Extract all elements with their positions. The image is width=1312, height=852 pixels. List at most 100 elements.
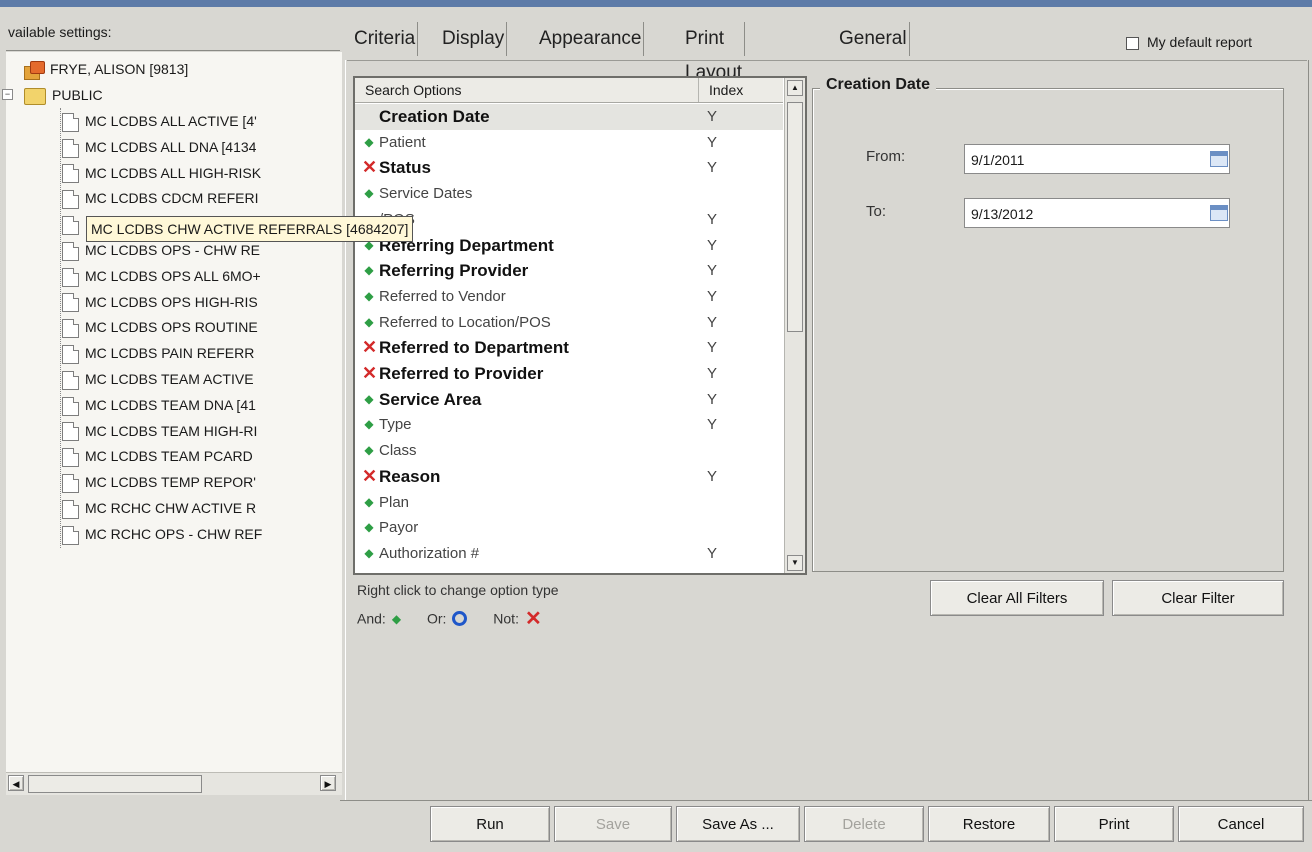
report-document-icon: [62, 164, 79, 184]
scroll-right-icon[interactable]: ▶: [320, 775, 336, 791]
save-button[interactable]: Save: [554, 806, 672, 842]
search-option-row[interactable]: ✕ Status Y: [355, 155, 783, 181]
search-option-row[interactable]: ◆ Type Y: [355, 412, 783, 438]
collapse-toggle-icon[interactable]: −: [2, 89, 13, 100]
search-option-label: Plan: [379, 493, 410, 511]
save-as-button[interactable]: Save As ...: [676, 806, 800, 842]
scroll-thumb[interactable]: [28, 775, 202, 793]
tree-item[interactable]: MC LCDBS PAIN REFERR: [62, 342, 254, 364]
search-option-index: Y: [707, 313, 718, 331]
report-document-icon: [62, 112, 79, 132]
and-diamond-icon: ◆: [364, 494, 374, 509]
tab-general[interactable]: General: [837, 22, 910, 56]
search-option-row[interactable]: ◆ Patient Y: [355, 130, 783, 156]
clear-filter-button[interactable]: Clear Filter: [1112, 580, 1284, 616]
and-diamond-icon: ◆: [364, 186, 374, 201]
tree-item[interactable]: MC LCDBS TEAM DNA [41: [62, 394, 256, 416]
tree-item[interactable]: MC RCHC CHW ACTIVE R: [62, 497, 256, 519]
checkbox-box[interactable]: [1126, 36, 1139, 50]
tab-print-layout[interactable]: Print Layout: [683, 22, 746, 83]
tree-item-label: MC LCDBS TEMP REPOR': [85, 474, 256, 491]
to-date-input[interactable]: 9/13/2012: [964, 198, 1230, 228]
option-type-legend: And: ◆ Or: Not: ✕: [357, 606, 542, 631]
report-document-icon: [62, 499, 79, 519]
search-option-index: Y: [707, 365, 718, 382]
tree-item[interactable]: MC LCDBS TEAM ACTIVE: [62, 368, 254, 390]
settings-tree[interactable]: FRYE, ALISON [9813] PUBLIC MC LCDBS ALL …: [6, 52, 342, 772]
cancel-button[interactable]: Cancel: [1178, 806, 1304, 842]
and-diamond-icon: ◆: [364, 263, 374, 278]
tree-item[interactable]: MC LCDBS ALL HIGH-RISK: [62, 162, 261, 184]
tree-item[interactable]: MC LCDBS CDCM REFERI: [62, 187, 258, 210]
default-report-label: My default report: [1147, 34, 1253, 50]
report-document-icon: [62, 525, 79, 545]
search-option-label: Status: [379, 158, 431, 178]
tree-tooltip: MC LCDBS CHW ACTIVE REFERRALS [4684207]: [86, 216, 414, 242]
search-option-row[interactable]: ◆ Authorization # Y: [355, 541, 783, 567]
tree-item[interactable]: MC LCDBS ALL DNA [4134: [62, 136, 256, 158]
search-option-row[interactable]: ◆ Referred to Vendor Y: [355, 284, 783, 310]
search-option-label: Creation Date: [379, 107, 490, 126]
tree-horizontal-scrollbar[interactable]: ◀ ▶: [6, 772, 342, 795]
search-option-row[interactable]: ◆ Referring Department Y: [355, 233, 783, 259]
tree-item[interactable]: MC LCDBS OPS - CHW RE: [62, 239, 260, 261]
print-button[interactable]: Print: [1054, 806, 1174, 842]
not-x-icon: ✕: [362, 465, 378, 486]
search-option-row[interactable]: ◆ Class: [355, 438, 783, 464]
report-document-icon: [62, 370, 79, 390]
scroll-down-icon[interactable]: ▼: [787, 555, 803, 571]
not-x-icon: ✕: [362, 363, 378, 383]
tree-item[interactable]: MC LCDBS TEAM HIGH-RI: [62, 420, 257, 442]
search-option-row[interactable]: ✕ Referred to Provider Y: [355, 361, 783, 387]
clear-all-filters-button[interactable]: Clear All Filters: [930, 580, 1104, 616]
tab-display[interactable]: Display: [440, 22, 508, 56]
report-document-icon: [62, 267, 79, 287]
delete-button[interactable]: Delete: [804, 806, 924, 842]
tree-user-node[interactable]: FRYE, ALISON [9813]: [24, 58, 188, 81]
divider: [6, 50, 340, 51]
tree-public-node[interactable]: PUBLIC: [24, 84, 103, 106]
search-option-row[interactable]: /POSY: [355, 207, 783, 233]
run-button[interactable]: Run: [430, 806, 550, 842]
search-option-label: Patient: [379, 133, 426, 151]
search-option-row[interactable]: ◆ Plan: [355, 490, 783, 516]
scroll-up-icon[interactable]: ▲: [787, 80, 803, 96]
scroll-thumb[interactable]: [787, 102, 803, 332]
column-header-search-options[interactable]: Search Options: [365, 78, 462, 102]
tree-item[interactable]: MC LCDBS OPS HIGH-RIS: [62, 291, 258, 313]
tree-item-label: MC LCDBS TEAM ACTIVE: [85, 371, 254, 387]
search-option-label: Referred to Vendor: [379, 287, 506, 305]
tab-criteria[interactable]: Criteria: [352, 22, 419, 56]
tree-item-label: MC LCDBS OPS HIGH-RIS: [85, 293, 258, 310]
search-option-row[interactable]: ◆ Referring Provider Y: [355, 258, 783, 284]
options-vertical-scrollbar[interactable]: ▲ ▼: [784, 78, 805, 573]
search-option-row[interactable]: ◆ Service Area Y: [355, 387, 783, 413]
tree-item[interactable]: MC LCDBS TEAM PCARD: [62, 445, 253, 468]
from-date-input[interactable]: 9/1/2011: [964, 144, 1230, 174]
scroll-left-icon[interactable]: ◀: [8, 775, 24, 791]
column-header-index[interactable]: Index: [698, 78, 791, 102]
calendar-icon[interactable]: [1210, 205, 1228, 221]
and-diamond-icon: ◆: [364, 288, 374, 303]
calendar-icon[interactable]: [1210, 151, 1228, 167]
search-option-row[interactable]: ◆ Payor: [355, 515, 783, 541]
tree-item[interactable]: MC LCDBS OPS ALL 6MO+: [62, 265, 261, 287]
default-report-checkbox[interactable]: My default report: [1126, 34, 1252, 50]
search-option-row[interactable]: ✕ Reason Y: [355, 464, 783, 490]
and-diamond-icon: ◆: [391, 611, 402, 626]
search-option-index: Y: [707, 262, 718, 280]
tree-item[interactable]: MC LCDBS TEMP REPOR': [62, 471, 256, 493]
search-option-row[interactable]: ◆ Service Dates: [355, 181, 783, 207]
tab-appearance[interactable]: Appearance: [537, 22, 645, 56]
and-diamond-icon: ◆: [364, 520, 374, 535]
search-options-list[interactable]: Search Options Index Creation Date Y ◆ Pati…: [353, 76, 807, 575]
tree-item[interactable]: MC RCHC OPS - CHW REF: [62, 523, 262, 545]
search-option-row[interactable]: Creation Date Y: [355, 104, 783, 130]
not-x-icon: ✕: [362, 337, 378, 358]
search-option-row[interactable]: ◆ Referred to Location/POS Y: [355, 310, 783, 336]
search-option-row[interactable]: ✕ Referred to Department Y: [355, 335, 783, 361]
tree-item[interactable]: MC LCDBS ALL ACTIVE [4': [62, 110, 257, 132]
tree-item[interactable]: MC LCDBS OPS ROUTINE: [62, 316, 258, 339]
report-document-icon: [62, 448, 79, 468]
restore-button[interactable]: Restore: [928, 806, 1050, 842]
